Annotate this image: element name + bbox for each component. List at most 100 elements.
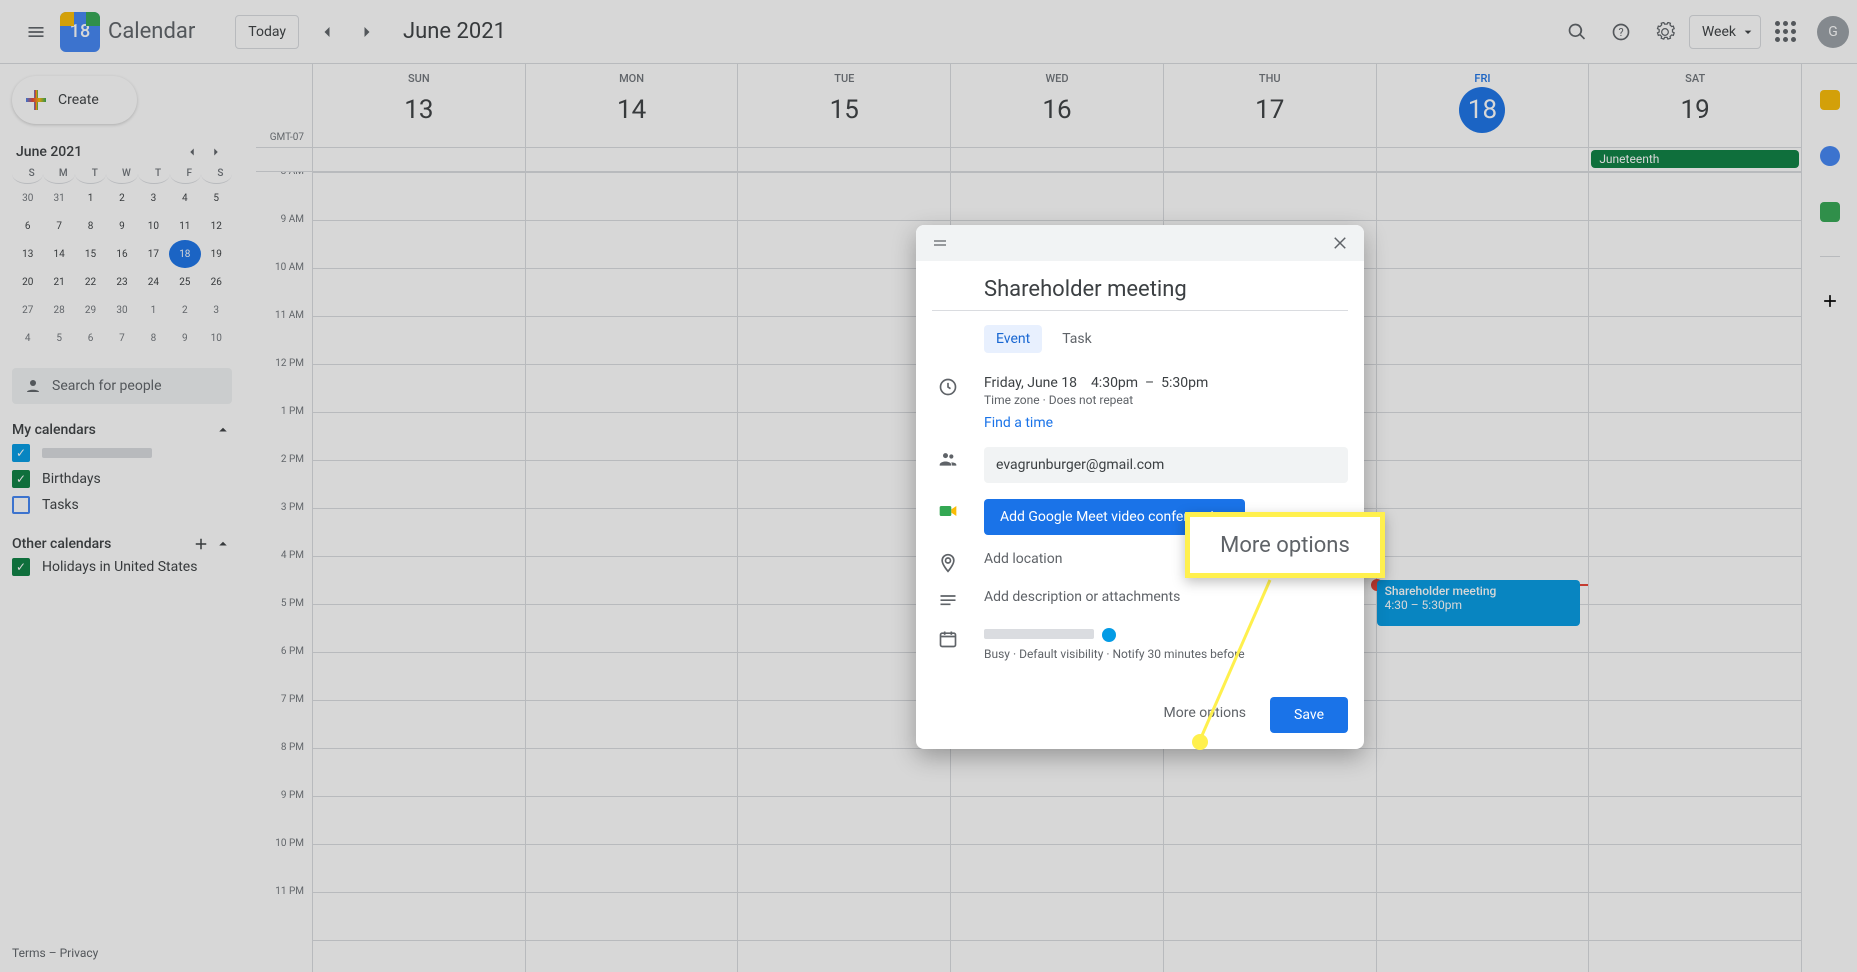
calendar-checkbox[interactable] (12, 444, 30, 462)
allday-cell[interactable] (950, 148, 1163, 171)
event-title-input[interactable] (932, 273, 1348, 311)
support-button[interactable]: ? (1601, 12, 1641, 52)
mini-day-cell[interactable]: 1 (138, 296, 169, 324)
mini-day-cell[interactable]: 6 (12, 212, 43, 240)
allday-cell[interactable]: Juneteenth (1588, 148, 1801, 171)
calendar-event[interactable]: Shareholder meeting4:30 – 5:30pm (1377, 580, 1581, 626)
drag-handle[interactable] (924, 227, 956, 259)
tasks-addon-button[interactable] (1810, 136, 1850, 176)
maps-addon-button[interactable] (1810, 192, 1850, 232)
mini-day-cell[interactable]: 3 (201, 296, 232, 324)
allday-cell[interactable] (1163, 148, 1376, 171)
time-column[interactable] (1588, 172, 1801, 972)
time-column[interactable] (312, 172, 525, 972)
day-header[interactable]: SAT19 (1588, 64, 1801, 147)
mini-day-cell[interactable]: 30 (12, 184, 43, 212)
mini-day-cell[interactable]: 5 (43, 324, 74, 352)
mini-day-cell[interactable]: 15 (75, 240, 106, 268)
allday-cell[interactable] (737, 148, 950, 171)
allday-cell[interactable] (1376, 148, 1589, 171)
mini-day-cell[interactable]: 23 (106, 268, 137, 296)
day-header[interactable]: MON14 (525, 64, 738, 147)
mini-day-cell[interactable]: 21 (43, 268, 74, 296)
allday-cell[interactable] (525, 148, 738, 171)
repeat-link[interactable]: Does not repeat (1049, 393, 1134, 407)
mini-day-cell[interactable]: 10 (201, 324, 232, 352)
google-apps-button[interactable] (1765, 12, 1805, 52)
privacy-link[interactable]: Privacy (60, 946, 99, 960)
mini-day-cell[interactable]: 8 (138, 324, 169, 352)
mini-day-cell[interactable]: 24 (138, 268, 169, 296)
calendar-list-item[interactable]: Tasks (12, 492, 232, 518)
create-button[interactable]: Create (12, 76, 137, 124)
search-button[interactable] (1557, 12, 1597, 52)
mini-calendar[interactable]: SMTWTFS303112345678910111213141516171819… (12, 164, 232, 352)
tab-event[interactable]: Event (984, 325, 1042, 353)
calendar-list-item[interactable]: Birthdays (12, 466, 232, 492)
mini-day-cell[interactable]: 19 (201, 240, 232, 268)
main-menu-button[interactable] (16, 12, 56, 52)
prev-week-button[interactable] (307, 12, 347, 52)
day-header[interactable]: WED16 (950, 64, 1163, 147)
calendar-list-item[interactable] (12, 440, 232, 466)
keep-addon-button[interactable] (1810, 80, 1850, 120)
mini-day-cell[interactable]: 17 (138, 240, 169, 268)
mini-day-cell[interactable]: 13 (12, 240, 43, 268)
notify-label[interactable]: Notify 30 minutes before (1112, 647, 1244, 661)
day-header[interactable]: SUN13 (312, 64, 525, 147)
calendar-checkbox[interactable] (12, 496, 30, 514)
mini-day-cell[interactable]: 25 (169, 268, 200, 296)
mini-day-cell[interactable]: 30 (106, 296, 137, 324)
more-options-button[interactable]: More options (1152, 697, 1259, 733)
mini-day-cell[interactable]: 22 (75, 268, 106, 296)
view-selector[interactable]: Week (1689, 15, 1761, 49)
event-date[interactable]: Friday, June 18 (984, 375, 1077, 391)
day-header[interactable]: THU17 (1163, 64, 1376, 147)
event-start-time[interactable]: 4:30pm (1091, 375, 1138, 391)
mini-day-cell[interactable]: 5 (201, 184, 232, 212)
busy-label[interactable]: Busy (984, 647, 1010, 661)
add-calendar-icon[interactable] (192, 534, 210, 554)
get-addons-button[interactable] (1810, 281, 1850, 321)
mini-day-cell[interactable]: 20 (12, 268, 43, 296)
mini-day-cell[interactable]: 4 (12, 324, 43, 352)
mini-next-button[interactable] (204, 140, 228, 164)
mini-day-cell[interactable]: 14 (43, 240, 74, 268)
other-calendars-toggle[interactable]: Other calendars (12, 534, 232, 554)
day-header[interactable]: FRI18 (1376, 64, 1589, 147)
mini-day-cell[interactable]: 2 (106, 184, 137, 212)
mini-day-cell[interactable]: 28 (43, 296, 74, 324)
mini-day-cell[interactable]: 18 (169, 240, 200, 268)
settings-button[interactable] (1645, 12, 1685, 52)
mini-day-cell[interactable]: 1 (75, 184, 106, 212)
search-people-input[interactable]: Search for people (12, 368, 232, 404)
time-column[interactable] (525, 172, 738, 972)
today-button[interactable]: Today (235, 15, 299, 49)
mini-day-cell[interactable]: 3 (138, 184, 169, 212)
guests-input[interactable]: evagrunburger@gmail.com (984, 447, 1348, 483)
find-time-link[interactable]: Find a time (984, 415, 1348, 431)
tab-task[interactable]: Task (1050, 325, 1104, 353)
mini-day-cell[interactable]: 26 (201, 268, 232, 296)
mini-day-cell[interactable]: 6 (75, 324, 106, 352)
calendar-list-item[interactable]: Holidays in United States (12, 554, 232, 580)
terms-link[interactable]: Terms (12, 946, 46, 960)
account-avatar[interactable]: G (1817, 16, 1849, 48)
event-end-time[interactable]: 5:30pm (1161, 375, 1208, 391)
save-button[interactable]: Save (1270, 697, 1348, 733)
allday-cell[interactable] (312, 148, 525, 171)
mini-day-cell[interactable]: 8 (75, 212, 106, 240)
calendar-checkbox[interactable] (12, 470, 30, 488)
time-column[interactable]: Shareholder meeting4:30 – 5:30pm (1376, 172, 1589, 972)
my-calendars-toggle[interactable]: My calendars (12, 420, 232, 440)
mini-day-cell[interactable]: 9 (106, 212, 137, 240)
calendar-checkbox[interactable] (12, 558, 30, 576)
allday-event[interactable]: Juneteenth (1591, 150, 1799, 168)
mini-day-cell[interactable]: 27 (12, 296, 43, 324)
mini-day-cell[interactable]: 7 (106, 324, 137, 352)
visibility-label[interactable]: Default visibility (1019, 647, 1103, 661)
close-button[interactable] (1324, 227, 1356, 259)
add-description-button[interactable]: Add description or attachments (984, 589, 1348, 605)
mini-day-cell[interactable]: 29 (75, 296, 106, 324)
timezone-link[interactable]: Time zone (984, 393, 1040, 407)
